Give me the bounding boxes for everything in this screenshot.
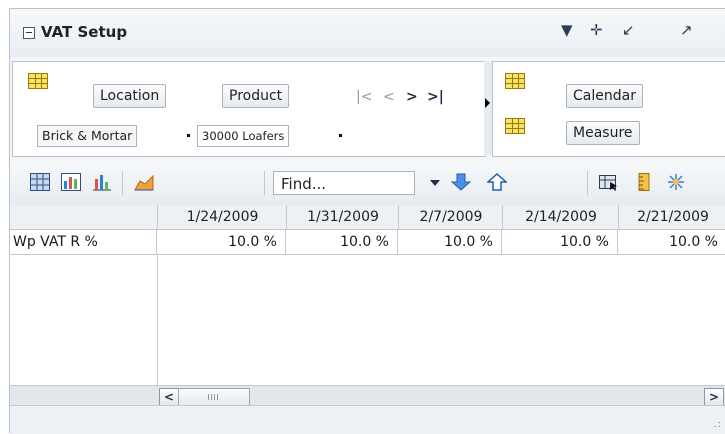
data-cell[interactable]: 10.0 %	[618, 230, 725, 254]
sparkle-icon[interactable]	[666, 173, 686, 191]
measure-dimension-button[interactable]: Measure	[566, 121, 640, 145]
location-member-select[interactable]: Brick & Mortar	[37, 125, 138, 147]
location-dimension-button[interactable]: Location	[93, 84, 167, 108]
find-down-icon[interactable]	[451, 173, 471, 191]
data-grid: 1/24/2009 1/31/2009 2/7/2009 2/14/2009 2…	[10, 205, 725, 411]
resize-grip-icon[interactable]: .:	[713, 419, 722, 430]
dimension-controls: Location Product |< < > >| Brick & Morta…	[10, 57, 725, 211]
grid-icon	[28, 73, 48, 89]
grid-toolbar: Find...	[10, 161, 725, 206]
product-dimension-button[interactable]: Product	[222, 84, 290, 108]
status-bar: .:	[10, 405, 725, 434]
pane-splitter[interactable]	[484, 61, 492, 155]
toolbar-separator	[122, 171, 123, 195]
chart-table-icon[interactable]	[61, 173, 81, 191]
toolbar-separator	[264, 171, 265, 195]
outer-dimensions-pane: Location Product |< < > >| Brick & Morta…	[12, 61, 486, 157]
find-up-icon[interactable]	[487, 173, 507, 191]
column-header[interactable]: 1/31/2009	[286, 205, 399, 229]
last-icon[interactable]: >|	[427, 89, 444, 105]
minimize-icon[interactable]: ↙	[622, 21, 635, 39]
member-separator	[187, 134, 190, 137]
grid-icon	[505, 73, 525, 89]
prev-icon[interactable]: <	[383, 89, 395, 105]
scroll-right-icon[interactable]: >	[704, 388, 724, 406]
panel-title: VAT Setup	[41, 23, 128, 41]
vat-setup-panel: VAT Setup ▼ ✛ ↙ ↗ Location Product |< < …	[9, 8, 725, 434]
expand-arrow-icon[interactable]	[485, 98, 490, 108]
find-input[interactable]: Find...	[273, 171, 415, 195]
column-header[interactable]: 2/7/2009	[398, 205, 503, 229]
collapse-icon[interactable]	[23, 27, 35, 39]
member-separator	[339, 134, 342, 137]
inner-dimensions-pane: Calendar Measure	[492, 61, 725, 157]
data-cell[interactable]: 10.0 %	[502, 230, 618, 254]
scroll-left-icon[interactable]: <	[159, 388, 179, 406]
column-header[interactable]: 2/14/2009	[502, 205, 619, 229]
table-row: Wp VAT R % 10.0 % 10.0 % 10.0 % 10.0 % 1…	[10, 230, 725, 255]
find-options-dropdown-icon[interactable]	[430, 180, 440, 186]
area-chart-icon[interactable]	[134, 173, 154, 191]
next-icon[interactable]: >	[406, 89, 418, 105]
column-header-row: 1/24/2009 1/31/2009 2/7/2009 2/14/2009 2…	[10, 205, 725, 230]
bar-chart-icon[interactable]	[92, 173, 112, 191]
column-header[interactable]: 1/24/2009	[157, 205, 287, 229]
panel-header: VAT Setup ▼ ✛ ↙ ↗	[10, 9, 725, 58]
grid-corner	[10, 205, 157, 229]
dropdown-icon[interactable]: ▼	[561, 21, 573, 39]
table-view-icon[interactable]	[30, 173, 50, 191]
move-icon[interactable]: ✛	[590, 21, 603, 39]
product-member-select[interactable]: 30000 Loafers	[197, 125, 290, 147]
calendar-dimension-button[interactable]: Calendar	[566, 84, 643, 108]
row-header[interactable]: Wp VAT R %	[10, 230, 157, 254]
export-icon[interactable]	[599, 173, 619, 191]
data-cell[interactable]: 10.0 %	[157, 230, 286, 254]
data-cell[interactable]: 10.0 %	[286, 230, 398, 254]
first-icon[interactable]: |<	[356, 89, 372, 105]
row-header-area	[10, 255, 158, 385]
scroll-thumb[interactable]	[178, 388, 250, 406]
column-header[interactable]: 2/21/2009	[618, 205, 725, 229]
grid-icon	[505, 118, 525, 134]
maximize-icon[interactable]: ↗	[680, 21, 693, 39]
toolbar-separator	[587, 171, 588, 195]
data-cell[interactable]: 10.0 %	[398, 230, 502, 254]
ruler-icon[interactable]	[634, 173, 654, 191]
